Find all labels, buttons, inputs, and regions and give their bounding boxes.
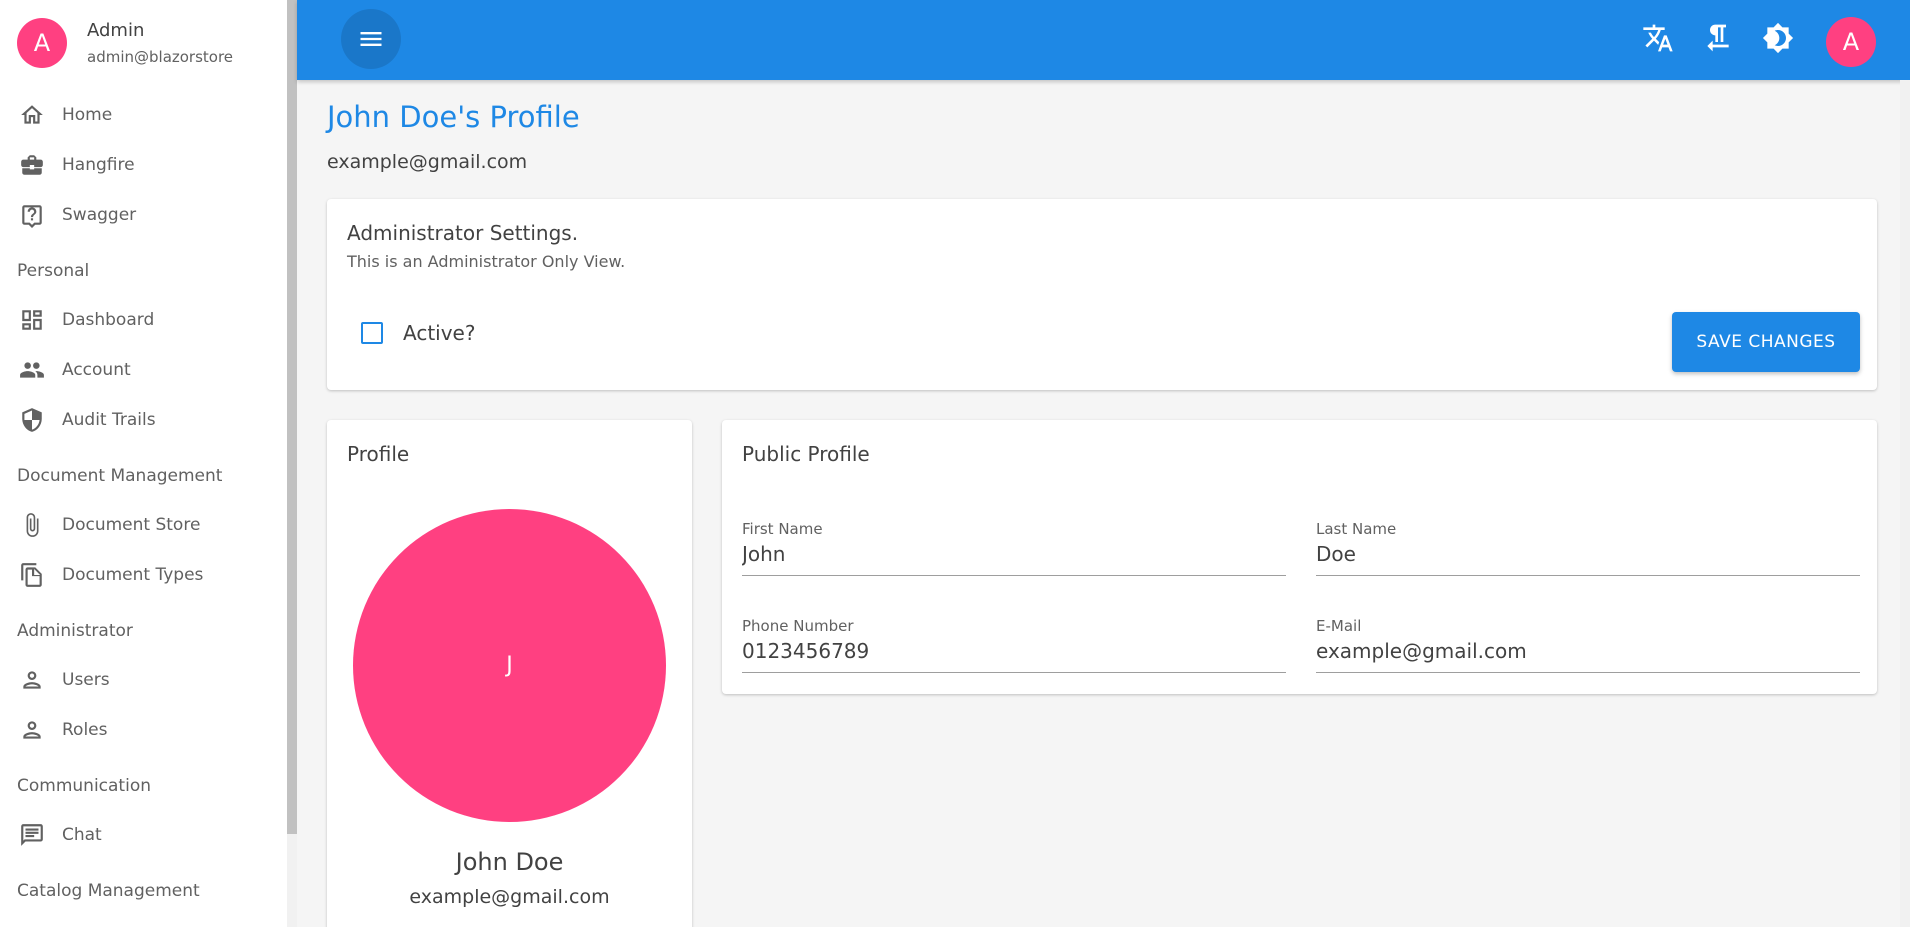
profile-name: John Doe [455, 848, 564, 876]
sidebar-nav: Home Hangfire Swagger Personal Dashboard… [0, 90, 287, 915]
briefcase-icon [18, 151, 46, 179]
profile-card-title: Profile [347, 442, 410, 466]
sidebar-group-administrator: Administrator [17, 620, 133, 641]
sidebar-user-info: Admin admin@blazorstore [87, 17, 233, 69]
sidebar-item-label: Document Store [62, 515, 201, 535]
active-checkbox[interactable] [361, 322, 383, 344]
sidebar-item-dashboard[interactable]: Dashboard [0, 295, 287, 345]
phone-number-label: Phone Number [742, 617, 854, 635]
first-name-input[interactable] [742, 540, 1286, 568]
chat-icon [18, 821, 46, 849]
last-name-label: Last Name [1316, 520, 1397, 538]
sidebar-user-header[interactable]: A Admin admin@blazorstore [17, 17, 233, 69]
sidebar-item-label: Audit Trails [62, 410, 156, 430]
sidebar-group-catalog-management: Catalog Management [17, 880, 200, 901]
dark-mode-button[interactable] [1760, 20, 1796, 56]
profile-email: example@gmail.com [409, 886, 610, 908]
translate-button[interactable] [1640, 20, 1676, 56]
sidebar-item-label: Dashboard [62, 310, 155, 330]
sidebar-user-avatar[interactable]: A [17, 18, 67, 68]
sidebar-scrollbar-track[interactable] [287, 834, 297, 927]
sidebar-group-document-management: Document Management [17, 465, 223, 486]
dashboard-icon [18, 306, 46, 334]
sidebar-item-home[interactable]: Home [0, 90, 287, 140]
translate-icon [1643, 24, 1673, 52]
sidebar: A Admin admin@blazorstore Home Hangfire … [0, 0, 287, 927]
sidebar-item-audit-trails[interactable]: Audit Trails [0, 395, 287, 445]
admin-settings-card: Administrator Settings. This is an Admin… [327, 199, 1877, 390]
help-center-icon [18, 201, 46, 229]
first-name-field[interactable]: First Name [742, 520, 1286, 576]
profile-avatar[interactable]: J [353, 509, 666, 822]
sidebar-user-email: admin@blazorstore [87, 48, 234, 66]
sidebar-item-swagger[interactable]: Swagger [0, 190, 287, 240]
app-bar: A [297, 0, 1910, 80]
sidebar-group-communication: Communication [17, 775, 151, 796]
rtl-direction-icon [1707, 24, 1729, 52]
admin-settings-title: Administrator Settings. [347, 221, 579, 245]
shield-icon [18, 406, 46, 434]
first-name-label: First Name [742, 520, 823, 538]
admin-settings-subtitle: This is an Administrator Only View. [347, 252, 626, 271]
last-name-input[interactable] [1316, 540, 1860, 568]
public-profile-card: Public Profile First Name Last Name Phon… [722, 420, 1877, 694]
sidebar-user-name: Admin [87, 20, 145, 41]
phone-number-input[interactable] [742, 637, 1286, 665]
last-name-field[interactable]: Last Name [1316, 520, 1860, 576]
save-changes-button[interactable]: SAVE CHANGES [1672, 312, 1860, 372]
sidebar-item-label: Users [62, 670, 110, 690]
rtl-toggle-button[interactable] [1700, 20, 1736, 56]
sidebar-item-label: Account [62, 360, 131, 380]
email-field[interactable]: E-Mail [1316, 617, 1860, 673]
sidebar-item-users[interactable]: Users [0, 655, 287, 705]
sidebar-item-label: Chat [62, 825, 102, 845]
person-icon [18, 666, 46, 694]
sidebar-item-hangfire[interactable]: Hangfire [0, 140, 287, 190]
sidebar-item-label: Roles [62, 720, 108, 740]
people-icon [18, 356, 46, 384]
sidebar-item-chat[interactable]: Chat [0, 810, 287, 860]
page-subtitle-email: example@gmail.com [327, 151, 528, 173]
dark-mode-icon [1762, 22, 1794, 54]
home-icon [18, 101, 46, 129]
active-checkbox-row[interactable]: Active? [361, 321, 475, 345]
email-input[interactable] [1316, 637, 1860, 665]
sidebar-item-document-store[interactable]: Document Store [0, 500, 287, 550]
sidebar-item-label: Home [62, 105, 113, 125]
person-icon [18, 716, 46, 744]
sidebar-item-roles[interactable]: Roles [0, 705, 287, 755]
page-scrollbar-track[interactable] [1900, 80, 1910, 927]
sidebar-group-personal: Personal [17, 260, 90, 281]
profile-card: Profile J John Doe example@gmail.com [327, 420, 692, 927]
attachment-icon [18, 511, 46, 539]
sidebar-item-label: Hangfire [62, 155, 135, 175]
sidebar-item-label: Swagger [62, 205, 137, 225]
appbar-user-avatar[interactable]: A [1826, 17, 1876, 67]
sidebar-scrollbar-thumb[interactable] [287, 0, 297, 834]
email-label: E-Mail [1316, 617, 1362, 635]
sidebar-item-label: Document Types [62, 565, 204, 585]
phone-number-field[interactable]: Phone Number [742, 617, 1286, 673]
menu-button[interactable] [341, 9, 401, 69]
public-profile-title: Public Profile [742, 442, 870, 466]
sidebar-item-account[interactable]: Account [0, 345, 287, 395]
sidebar-item-document-types[interactable]: Document Types [0, 550, 287, 600]
menu-icon [360, 32, 382, 46]
active-checkbox-label[interactable]: Active? [403, 321, 475, 345]
file-copy-icon [18, 561, 46, 589]
page-title: John Doe's Profile [327, 100, 580, 134]
